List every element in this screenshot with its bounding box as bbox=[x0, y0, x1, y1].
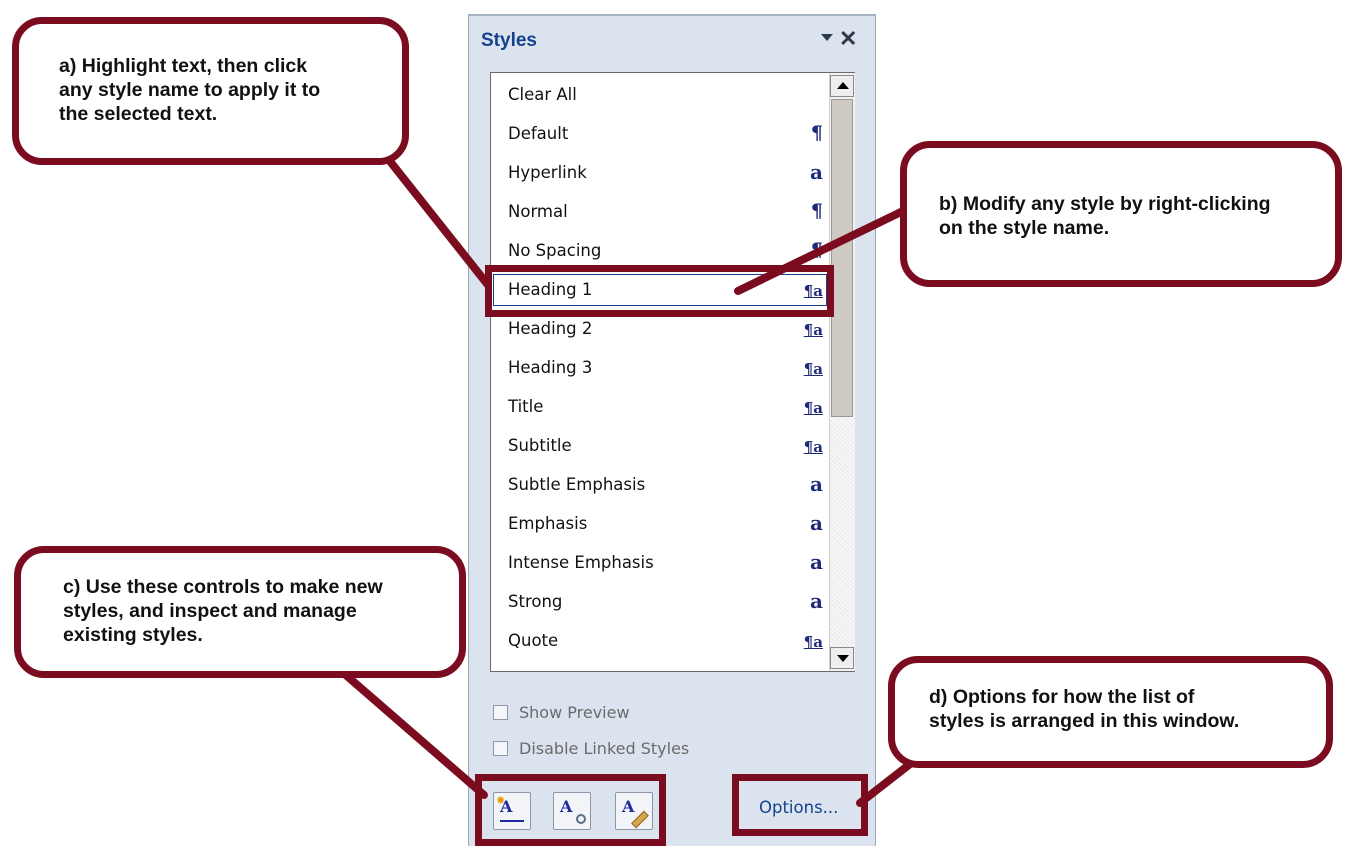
style-item-quote[interactable]: Quote ¶a bbox=[491, 623, 829, 659]
arrow-up-icon bbox=[837, 82, 849, 89]
callout-line: any style name to apply it to bbox=[59, 79, 321, 101]
heading-1-highlight bbox=[485, 265, 834, 317]
callout-a: a) Highlight text, then click any style … bbox=[12, 17, 409, 165]
linked-style-icon: ¶a bbox=[803, 633, 823, 651]
style-name: Subtle Emphasis bbox=[508, 475, 646, 494]
styles-list-rows: Clear All Default ¶ Hyperlink a Normal ¶… bbox=[491, 73, 829, 671]
scroll-down-button[interactable] bbox=[830, 647, 854, 669]
disable-linked-styles-checkbox[interactable]: Disable Linked Styles bbox=[491, 738, 691, 760]
character-style-icon: a bbox=[810, 589, 823, 613]
style-controls-highlight bbox=[475, 774, 666, 846]
style-name: Subtitle bbox=[508, 436, 572, 455]
style-item-emphasis[interactable]: Emphasis a bbox=[491, 506, 829, 542]
style-name: Intense Emphasis bbox=[508, 553, 654, 572]
style-name: Title bbox=[508, 397, 544, 416]
styles-list: Clear All Default ¶ Hyperlink a Normal ¶… bbox=[490, 72, 855, 672]
style-name: Heading 2 bbox=[508, 319, 593, 338]
linked-style-icon: ¶a bbox=[803, 321, 823, 339]
character-style-icon: a bbox=[810, 511, 823, 535]
pane-menu-chevron-down-icon[interactable] bbox=[821, 34, 833, 41]
callout-line: b) Modify any style by right-clicking bbox=[939, 193, 1271, 215]
callout-line: existing styles. bbox=[63, 624, 203, 646]
style-name: Clear All bbox=[508, 85, 577, 104]
callout-line: a) Highlight text, then click bbox=[59, 55, 308, 77]
style-item-strong[interactable]: Strong a bbox=[491, 584, 829, 620]
checkbox-box[interactable] bbox=[493, 741, 508, 756]
style-name: Hyperlink bbox=[508, 163, 587, 182]
show-preview-checkbox[interactable]: Show Preview bbox=[491, 702, 691, 724]
checkbox-label: Show Preview bbox=[519, 703, 630, 722]
callout-d: d) Options for how the list of styles is… bbox=[888, 656, 1333, 768]
style-name: Emphasis bbox=[508, 514, 588, 533]
paragraph-style-icon: ¶ bbox=[810, 122, 823, 144]
style-item-no-spacing[interactable]: No Spacing ¶ bbox=[491, 233, 829, 269]
options-highlight bbox=[732, 774, 868, 836]
callout-c-text: c) Use these controls to make new styles… bbox=[63, 575, 383, 647]
scrollbar-thumb[interactable] bbox=[831, 99, 853, 417]
callout-d-text: d) Options for how the list of styles is… bbox=[929, 685, 1239, 733]
style-item-title[interactable]: Title ¶a bbox=[491, 389, 829, 425]
style-name: No Spacing bbox=[508, 241, 602, 260]
character-style-icon: a bbox=[810, 472, 823, 496]
style-item-default[interactable]: Default ¶ bbox=[491, 116, 829, 152]
style-name: Strong bbox=[508, 592, 563, 611]
styles-list-scrollbar[interactable] bbox=[829, 73, 855, 671]
character-style-icon: a bbox=[810, 550, 823, 574]
callout-line: styles is arranged in this window. bbox=[929, 710, 1240, 732]
callout-b: b) Modify any style by right-clicking on… bbox=[900, 141, 1342, 287]
style-item-subtle-emphasis[interactable]: Subtle Emphasis a bbox=[491, 467, 829, 503]
callout-a-text: a) Highlight text, then click any style … bbox=[59, 54, 320, 126]
style-item-normal[interactable]: Normal ¶ bbox=[491, 194, 829, 230]
style-name: Normal bbox=[508, 202, 568, 221]
style-name: Default bbox=[508, 124, 569, 143]
checkbox-box[interactable] bbox=[493, 705, 508, 720]
paragraph-style-icon: ¶ bbox=[810, 239, 823, 261]
callout-line: on the style name. bbox=[939, 217, 1110, 239]
style-item-hyperlink[interactable]: Hyperlink a bbox=[491, 155, 829, 191]
style-item-clear-all[interactable]: Clear All bbox=[491, 77, 829, 113]
character-style-icon: a bbox=[810, 160, 823, 184]
callout-line: d) Options for how the list of bbox=[929, 686, 1195, 708]
scroll-up-button[interactable] bbox=[830, 75, 854, 97]
style-item-subtitle[interactable]: Subtitle ¶a bbox=[491, 428, 829, 464]
checkbox-label: Disable Linked Styles bbox=[519, 739, 690, 758]
callout-line: styles, and inspect and manage bbox=[63, 600, 357, 622]
linked-style-icon: ¶a bbox=[803, 360, 823, 378]
paragraph-style-icon: ¶ bbox=[810, 200, 823, 222]
arrow-down-icon bbox=[837, 655, 849, 662]
style-name: Heading 3 bbox=[508, 358, 593, 377]
styles-pane: Styles ✕ Clear All Default ¶ Hyperlink a… bbox=[468, 14, 876, 846]
style-name: Quote bbox=[508, 631, 559, 650]
linked-style-icon: ¶a bbox=[803, 399, 823, 417]
callout-b-text: b) Modify any style by right-clicking on… bbox=[939, 192, 1271, 240]
pane-title: Styles bbox=[481, 30, 537, 51]
callout-line: c) Use these controls to make new bbox=[63, 576, 383, 598]
callout-line: the selected text. bbox=[59, 103, 218, 125]
linked-style-icon: ¶a bbox=[803, 438, 823, 456]
style-item-intense-emphasis[interactable]: Intense Emphasis a bbox=[491, 545, 829, 581]
callout-c: c) Use these controls to make new styles… bbox=[14, 546, 466, 678]
style-item-heading-3[interactable]: Heading 3 ¶a bbox=[491, 350, 829, 386]
close-icon[interactable]: ✕ bbox=[839, 26, 857, 52]
